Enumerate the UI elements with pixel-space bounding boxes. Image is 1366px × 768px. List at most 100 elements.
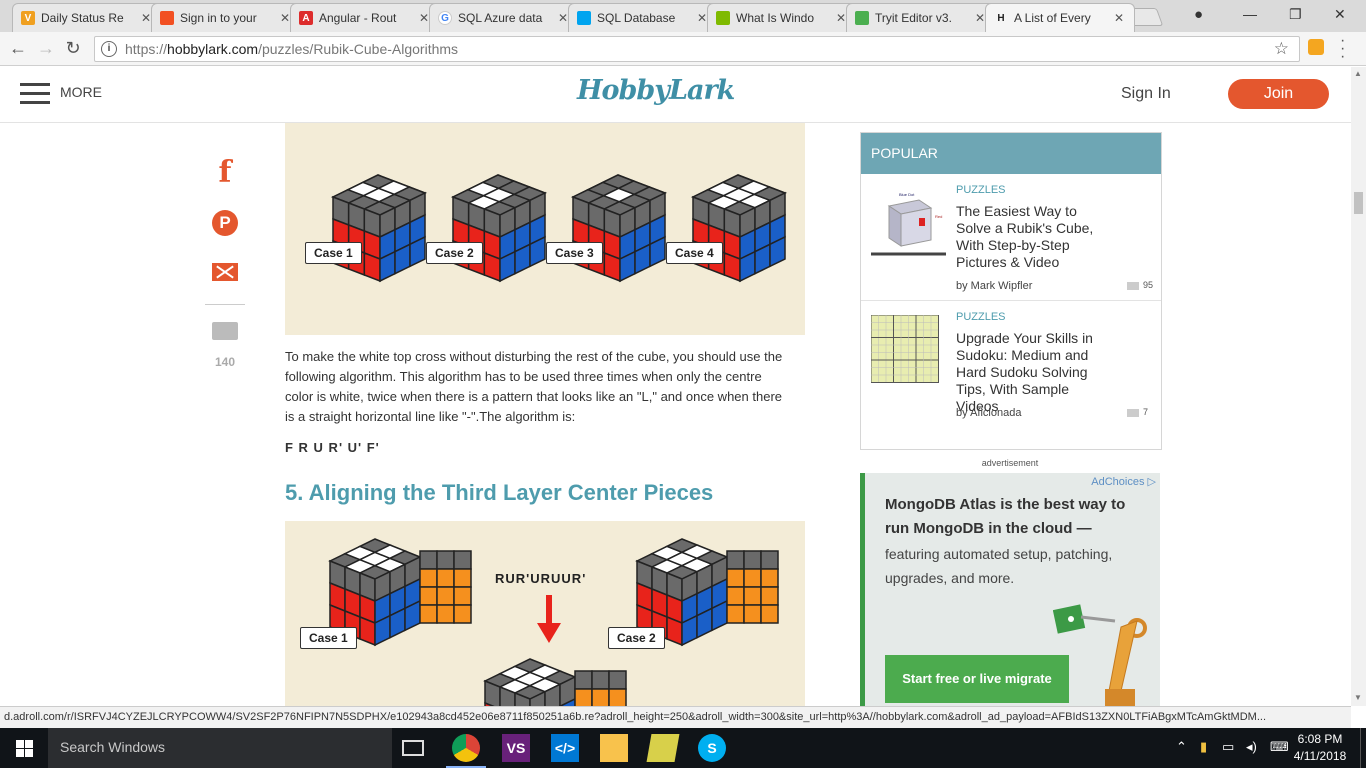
popular-comment-count[interactable]: 95 (1127, 280, 1153, 290)
popular-title-link[interactable]: Upgrade Your Skills in Sudoku: Medium an… (956, 330, 1106, 415)
show-desktop-button[interactable] (1360, 728, 1366, 768)
tab-list-of-every[interactable]: H A List of Every ✕ (985, 3, 1135, 32)
case-label: Case 1 (305, 242, 362, 264)
tab-what-is-windows[interactable]: What Is Windo ✕ (707, 3, 857, 32)
tab-label: Sign in to your (180, 11, 257, 25)
cube-sticker (574, 670, 593, 690)
more-menu-label[interactable]: MORE (60, 84, 102, 100)
vscode-icon[interactable]: </> (551, 734, 579, 762)
skype-icon[interactable]: S (698, 734, 726, 762)
facebook-share-icon[interactable]: f (210, 155, 240, 190)
rubiks-thumbnail: Blue Dot Red (871, 188, 946, 256)
windows-taskbar: Search Windows VS </> S ⌃ ▮ ▭ ◂) ⌨ 6:08 … (0, 728, 1366, 768)
profile-icon[interactable]: ● (1194, 6, 1203, 23)
maximize-button[interactable]: ❐ (1289, 6, 1302, 23)
svg-text:Red: Red (935, 214, 942, 219)
cube-sticker (591, 670, 610, 690)
cube-sticker (574, 688, 593, 706)
security-icon[interactable]: ▮ (1200, 739, 1207, 755)
system-clock[interactable]: 6:08 PM 4/11/2018 (1291, 731, 1349, 765)
keyboard-icon[interactable]: ⌨ (1270, 739, 1289, 755)
cube-sticker (726, 550, 745, 570)
tab-sign-in[interactable]: Sign in to your ✕ (151, 3, 301, 32)
pinterest-share-icon[interactable]: P (212, 210, 238, 236)
cube-sticker (608, 688, 627, 706)
cube-sticker (726, 604, 745, 624)
ad-body[interactable]: featuring automated setup, patching, upg… (885, 542, 1140, 590)
back-button[interactable]: ← (8, 38, 28, 58)
network-icon[interactable]: ▭ (1222, 739, 1234, 755)
popular-category[interactable]: PUZZLES (956, 311, 1006, 323)
hamburger-menu-icon[interactable] (20, 83, 50, 105)
scroll-down-icon[interactable]: ▼ (1354, 693, 1362, 702)
tab-sql-azure[interactable]: G SQL Azure data ✕ (429, 3, 579, 32)
favicon-icon: V (21, 11, 35, 25)
favicon-icon: A (299, 11, 313, 25)
ad-headline[interactable]: MongoDB Atlas is the best way to run Mon… (885, 493, 1140, 541)
popular-title: POPULAR (861, 133, 1161, 174)
tab-angular[interactable]: A Angular - Rout ✕ (290, 3, 440, 32)
cube-sticker (743, 568, 762, 588)
reload-button[interactable]: ↻ (63, 38, 83, 58)
adchoices-label: AdChoices (1091, 476, 1145, 488)
mongodb-ad[interactable]: AdChoices ▷ MongoDB Atlas is the best wa… (860, 473, 1160, 706)
cube-sticker (591, 688, 610, 706)
cube-sticker (760, 568, 779, 588)
case-label: Case 4 (666, 242, 723, 264)
scrollbar-thumb[interactable] (1354, 192, 1363, 214)
address-bar[interactable]: i https://hobbylark.com/puzzles/Rubik-Cu… (94, 36, 1300, 62)
join-button[interactable]: Join (1228, 79, 1329, 109)
file-explorer-icon[interactable] (600, 734, 628, 762)
cube-sticker (453, 586, 472, 606)
url-path: /puzzles/Rubik-Cube-Algorithms (258, 41, 459, 57)
popular-category[interactable]: PUZZLES (956, 184, 1006, 196)
rubiks-cube-illustration (328, 538, 779, 706)
tab-sql-database[interactable]: SQL Database ✕ (568, 3, 718, 32)
popular-author[interactable]: by Aficionada (956, 407, 1021, 419)
close-tab-icon[interactable]: ✕ (1114, 11, 1126, 25)
site-info-icon[interactable]: i (101, 41, 117, 57)
web-page: MORE HobbyLark Sign In Join f P 140 Case… (0, 67, 1351, 706)
volume-icon[interactable]: ◂) (1246, 739, 1257, 755)
visual-studio-icon[interactable]: VS (502, 734, 530, 762)
forward-button[interactable]: → (36, 38, 56, 58)
tab-tryit-editor[interactable]: Tryit Editor v3. ✕ (846, 3, 996, 32)
cube-sticker (608, 670, 627, 690)
microsoft-icon (160, 11, 174, 25)
show-hidden-icons-icon[interactable]: ⌃ (1176, 739, 1187, 755)
w3schools-icon (855, 11, 869, 25)
tab-daily-status[interactable]: V Daily Status Re ✕ (12, 3, 162, 32)
chrome-icon[interactable] (452, 734, 480, 762)
popular-item[interactable]: PUZZLES Upgrade Your Skills in Sudoku: M… (861, 301, 1161, 428)
cube-sticker (760, 586, 779, 606)
cube-sticker (419, 550, 438, 570)
ad-cta-button[interactable]: Start free or live migrate (885, 655, 1069, 703)
popular-title-link[interactable]: The Easiest Way to Solve a Rubik's Cube,… (956, 203, 1106, 271)
taskbar-search-input[interactable]: Search Windows (48, 728, 392, 768)
cube-sticker (419, 586, 438, 606)
popular-comment-count[interactable]: 7 (1127, 407, 1148, 417)
email-share-icon[interactable] (212, 263, 238, 281)
popular-author[interactable]: by Mark Wipfler (956, 280, 1032, 292)
close-window-button[interactable]: ✕ (1334, 6, 1346, 23)
page-scrollbar[interactable]: ▲ ▼ (1351, 67, 1366, 706)
cube-sticker (436, 568, 455, 588)
browser-menu-icon[interactable]: · · · (1340, 33, 1345, 65)
sticky-notes-icon[interactable] (646, 734, 680, 762)
comment-count[interactable]: 140 (205, 355, 245, 369)
popular-item[interactable]: Blue Dot Red PUZZLES The Easiest Way to … (861, 174, 1161, 301)
adchoices-link[interactable]: AdChoices ▷ (1091, 475, 1156, 488)
windows-start-icon[interactable] (0, 728, 48, 768)
clock-date: 4/11/2018 (1293, 749, 1347, 763)
scroll-up-icon[interactable]: ▲ (1354, 69, 1362, 78)
section-heading: 5. Aligning the Third Layer Center Piece… (285, 480, 714, 505)
cube-sticker (453, 568, 472, 588)
sign-in-link[interactable]: Sign In (1121, 85, 1171, 103)
robot-arm-illustration (1053, 604, 1147, 706)
task-view-icon[interactable] (402, 740, 424, 756)
minimize-button[interactable]: — (1243, 6, 1257, 22)
comment-icon[interactable] (212, 322, 238, 340)
site-logo[interactable]: HobbyLark (577, 75, 735, 106)
extension-icon[interactable] (1308, 39, 1324, 55)
bookmark-star-icon[interactable]: ☆ (1274, 39, 1289, 59)
